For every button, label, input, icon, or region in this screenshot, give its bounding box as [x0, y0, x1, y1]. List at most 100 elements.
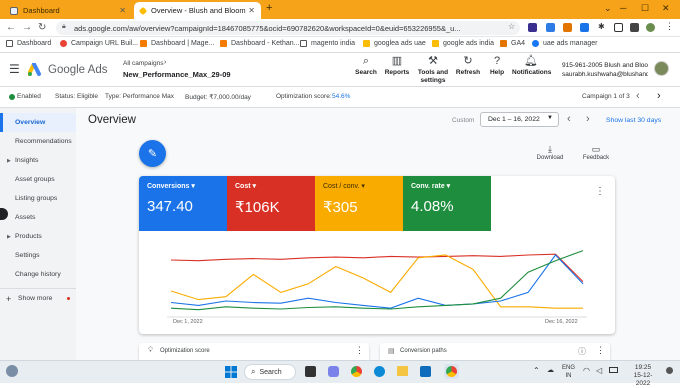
account-avatar[interactable]: [654, 61, 669, 76]
file-explorer-icon[interactable]: [397, 366, 408, 376]
reports-button[interactable]: ▥ Reports: [384, 56, 410, 77]
task-view-icon[interactable]: [305, 366, 316, 377]
chart-series-line-3[interactable]: [170, 254, 584, 309]
extension-icon[interactable]: [563, 23, 572, 32]
chrome-icon[interactable]: [351, 366, 362, 377]
kebab-menu-icon[interactable]: ⋮: [595, 186, 605, 197]
bookmark-item[interactable]: Campaign URL Buil...: [60, 40, 138, 47]
help-button[interactable]: ? Help: [486, 56, 508, 77]
sidebar-item-change-history[interactable]: Change history: [0, 265, 76, 284]
sidebar-item-recommendations[interactable]: Recommendations: [0, 132, 76, 151]
back-icon[interactable]: ←: [6, 22, 16, 33]
sidebar-item-overview[interactable]: Overview: [0, 113, 76, 132]
taskbar-search-button[interactable]: ⌕ Search: [244, 364, 296, 380]
bookmark-item[interactable]: GA4: [500, 40, 525, 47]
metric-conversions[interactable]: Conversions ▾ 347.40: [139, 176, 227, 231]
bookmark-item[interactable]: googlea ads uae: [363, 40, 426, 47]
windows-start-icon[interactable]: [225, 366, 237, 378]
metric-cost[interactable]: Cost ▾ ₹106K: [227, 176, 315, 231]
edit-fab-button[interactable]: ✎: [139, 140, 166, 167]
refresh-button[interactable]: ↻ Refresh: [455, 55, 481, 77]
feedback-button[interactable]: ▭ Feedback: [580, 144, 612, 161]
reload-icon[interactable]: ↻: [38, 22, 46, 33]
kebab-menu-icon[interactable]: ⋮: [596, 345, 605, 356]
wifi-icon[interactable]: ◠: [583, 366, 590, 375]
chrome-icon[interactable]: [446, 366, 457, 377]
chevron-up-icon[interactable]: ⌃: [533, 366, 540, 375]
notifications-button[interactable]: 🔔︎ Notifications: [512, 56, 551, 77]
kebab-menu-icon[interactable]: ⋮: [355, 345, 364, 356]
extension-icon[interactable]: [580, 23, 589, 32]
bookmark-item[interactable]: google ads india: [432, 40, 494, 47]
extension-icon[interactable]: [528, 23, 537, 32]
chart-series-line-2[interactable]: [170, 254, 583, 309]
sidebar-item-listing-groups[interactable]: Listing groups: [0, 189, 76, 208]
help-icon[interactable]: ⓘ: [578, 346, 586, 357]
optimization-score[interactable]: 54.6%: [332, 93, 350, 100]
show-more-button[interactable]: + Show more: [0, 289, 76, 308]
chart-series-line-1[interactable]: [170, 253, 584, 282]
clock[interactable]: 19:25 15-12-2022: [628, 364, 658, 388]
profile-avatar[interactable]: [646, 23, 655, 32]
campaign-selector[interactable]: New_Performance_Max_29-09: [123, 70, 231, 79]
chevron-down-icon[interactable]: ⌄: [604, 3, 612, 14]
status-enabled[interactable]: Enabled: [17, 93, 41, 100]
hamburger-menu-icon[interactable]: ☰: [9, 62, 20, 76]
close-tab-icon[interactable]: ✕: [119, 6, 126, 15]
chevron-left-icon[interactable]: ‹: [567, 113, 571, 125]
lock-icon: 🔒︎: [62, 23, 66, 30]
battery-icon[interactable]: [609, 367, 618, 373]
new-tab-button[interactable]: +: [266, 2, 272, 14]
speaker-icon[interactable]: ◁: [596, 366, 602, 375]
weather-icon[interactable]: [6, 365, 18, 377]
bookmark-item[interactable]: uae ads manager: [532, 40, 597, 47]
search-button[interactable]: ⌕ Search: [352, 56, 380, 77]
minimize-icon[interactable]: ─: [620, 3, 626, 13]
date-range-selector[interactable]: Dec 1 – 16, 2022 ▼: [480, 112, 559, 127]
bookmark-item[interactable]: magento india: [300, 40, 355, 47]
tools-button[interactable]: ⚒ Tools and settings: [416, 56, 450, 85]
sidebar-item-assets[interactable]: Assets: [0, 208, 76, 227]
tab-dashboard[interactable]: Dashboard ✕: [4, 2, 132, 19]
card-title: Conversion paths: [400, 348, 447, 354]
language-indicator[interactable]: ENG IN: [562, 364, 575, 380]
chevron-left-icon[interactable]: ‹: [636, 90, 640, 102]
kebab-menu-icon[interactable]: ⋮: [665, 21, 674, 32]
breadcrumb[interactable]: All campaigns: [123, 60, 163, 67]
sidebar-item-asset-groups[interactable]: Asset groups: [0, 170, 76, 189]
maximize-icon[interactable]: ☐: [641, 3, 649, 14]
refresh-icon: ↻: [463, 55, 473, 67]
sidepanel-icon[interactable]: [614, 23, 623, 32]
close-tab-icon[interactable]: ✕: [248, 6, 255, 15]
campaign-pager: Campaign 1 of 3: [582, 93, 630, 100]
close-window-icon[interactable]: ✕: [662, 3, 670, 14]
edge-icon[interactable]: [374, 366, 385, 377]
puzzle-icon[interactable]: ✱: [598, 22, 605, 31]
x-axis-end-label: Dec 16, 2022: [545, 319, 578, 325]
bookmark-item[interactable]: Dashboard | Mage...: [140, 40, 214, 47]
metric-cost-per-conv[interactable]: Cost / conv. ▾ ₹305: [315, 176, 403, 231]
plus-icon: +: [6, 293, 12, 304]
url-input[interactable]: 🔒︎ ads.google.com/aw/overview?campaignId…: [56, 21, 520, 35]
show-last-30-days-link[interactable]: Show last 30 days: [606, 117, 661, 124]
download-button[interactable]: ⤓ Download: [535, 144, 565, 161]
notification-icon[interactable]: [666, 367, 673, 374]
chevron-right-icon[interactable]: ›: [586, 113, 590, 125]
chevron-right-icon[interactable]: ›: [657, 90, 661, 102]
extension-icon[interactable]: [630, 23, 639, 32]
bookmark-item[interactable]: Dashboard: [6, 40, 51, 47]
star-icon[interactable]: ☆: [508, 22, 515, 31]
metric-conv-rate[interactable]: Conv. rate ▾ 4.08%: [403, 176, 491, 231]
bookmark-item[interactable]: Dashboard - Kethan...: [220, 40, 300, 47]
metric-value: ₹305: [323, 199, 358, 216]
sidebar-item-insights[interactable]: ▶ Insights: [0, 151, 76, 170]
sidebar-item-products[interactable]: ▶ Products: [0, 227, 76, 246]
tab-overview[interactable]: Overview - Blush and Bloom UAE ✕: [134, 2, 261, 19]
extension-icon[interactable]: [546, 23, 555, 32]
mail-icon[interactable]: [420, 366, 431, 377]
sidebar-item-settings[interactable]: Settings: [0, 246, 76, 265]
chat-icon[interactable]: [328, 366, 339, 377]
budget-label[interactable]: Budget: ₹7,000.00/day: [185, 93, 251, 101]
cloud-icon[interactable]: ☁: [547, 366, 554, 374]
forward-icon[interactable]: →: [22, 22, 32, 33]
